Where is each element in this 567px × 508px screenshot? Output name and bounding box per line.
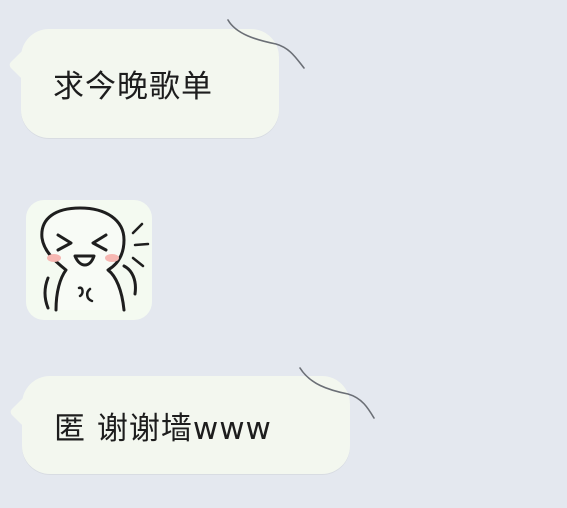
chat-thread: 求今晚歌单 匿 谢谢墙www: [0, 0, 567, 508]
message-text: 求今晚歌单: [53, 69, 213, 105]
laughing-face-sticker[interactable]: [26, 200, 152, 320]
message-text: 匿 谢谢墙www: [54, 410, 272, 447]
message-bubble[interactable]: 匿 谢谢墙www: [22, 376, 350, 474]
message-bubble[interactable]: 求今晚歌单: [21, 29, 279, 138]
